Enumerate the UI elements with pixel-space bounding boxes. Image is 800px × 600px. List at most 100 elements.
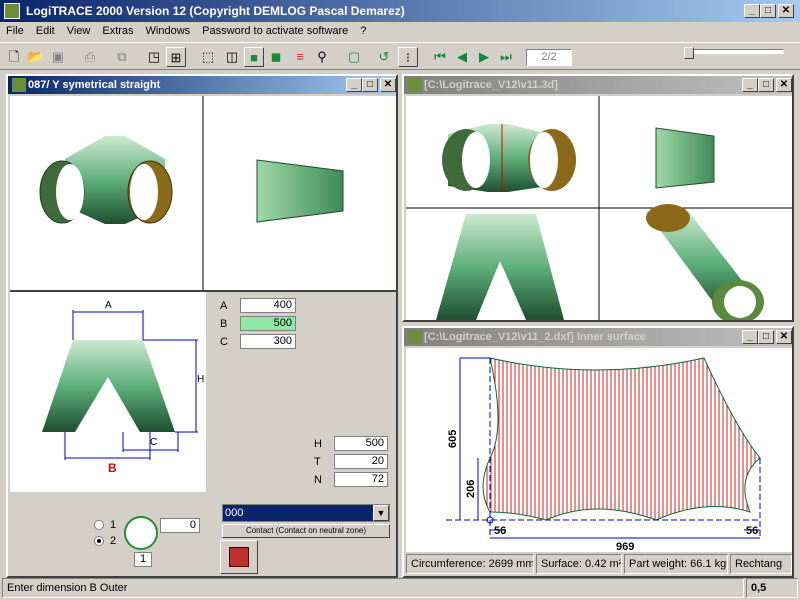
- next-icon[interactable]: ▶: [474, 47, 494, 67]
- weight-readout: Part weight: 66.1 kg: [624, 554, 728, 574]
- label-n: N: [314, 474, 322, 486]
- window2-close[interactable]: ✕: [776, 78, 792, 92]
- window1-minimize[interactable]: _: [346, 78, 362, 92]
- page-counter: 2/2: [526, 49, 572, 66]
- print-icon[interactable]: ⎙: [80, 47, 100, 67]
- unfold-tool-button[interactable]: [220, 540, 258, 574]
- window3-icon: [408, 330, 422, 344]
- dim-206-label: 206: [465, 480, 477, 498]
- window2-titlebar: [C:\Logitrace_V12\v11.3d]: [404, 76, 792, 94]
- unfold-drawing[interactable]: 605 206 56 56 969: [406, 348, 792, 553]
- wireframe-cube-icon[interactable]: ⬚: [198, 47, 218, 67]
- window3-titlebar: [C:\Logitrace_V12\v11_2.dxf] Inner surfa…: [404, 328, 792, 346]
- status-value: 0,5: [746, 578, 798, 598]
- unfold-tool-icon: [229, 547, 249, 567]
- window1-3d-svg: [39, 96, 344, 290]
- chevron-down-icon[interactable]: ▼: [373, 505, 389, 521]
- window1-close[interactable]: ✕: [380, 78, 396, 92]
- window3-title: [C:\Logitrace_V12\v11_2.dxf] Inner surfa…: [424, 331, 646, 343]
- tree-icon[interactable]: ⚲: [312, 47, 332, 67]
- window3-close[interactable]: ✕: [776, 330, 792, 344]
- zoom-slider-thumb[interactable]: [684, 47, 694, 59]
- menu-extras[interactable]: Extras: [96, 22, 139, 37]
- window3-minimize[interactable]: _: [742, 330, 758, 344]
- menu-help[interactable]: ?: [354, 22, 372, 37]
- window-dxf: [C:\Logitrace_V12\v11_2.dxf] Inner surfa…: [402, 326, 794, 578]
- count-input[interactable]: 1: [134, 552, 152, 567]
- window1-icon: [12, 78, 26, 92]
- surface-readout: Surface: 0.42 m²: [536, 554, 622, 574]
- rectangle-readout: Rechtang: [730, 554, 792, 574]
- app-icon: [4, 3, 20, 19]
- menubar: File Edit View Extras Windows Password to act…: [0, 22, 800, 42]
- cube-outline-icon[interactable]: ◫: [222, 47, 242, 67]
- first-icon[interactable]: ⏮: [430, 47, 450, 67]
- last-icon[interactable]: ⏭: [496, 47, 516, 67]
- minimize-button[interactable]: _: [744, 4, 760, 18]
- status-message: Enter dimension B Outer: [2, 578, 744, 598]
- contact-button[interactable]: Contact (Contact on neutral zone): [222, 524, 390, 538]
- menu-edit[interactable]: Edit: [30, 22, 61, 37]
- dimension-n-input[interactable]: 72: [334, 472, 388, 487]
- radio-label-1: 1: [110, 519, 117, 531]
- app-titlebar: LogiTRACE 2000 Version 12 (Copyright DEM…: [0, 0, 800, 22]
- radio-option-1[interactable]: [94, 520, 104, 530]
- color-bars-icon[interactable]: ≡: [290, 47, 310, 67]
- label-c: C: [220, 336, 228, 348]
- window2-title: [C:\Logitrace_V12\v11.3d]: [424, 79, 558, 91]
- window3-maximize[interactable]: □: [758, 330, 774, 344]
- window-y-symmetrical: 087/ Y symetrical straight _ □ ✕ A H C B…: [6, 74, 398, 578]
- green-cube-icon[interactable]: ◼: [266, 47, 286, 67]
- prev-icon[interactable]: ◀: [452, 47, 472, 67]
- window2-icon: [408, 78, 422, 92]
- dim-969-label: 969: [616, 541, 634, 552]
- app-title: LogiTRACE 2000 Version 12 (Copyright DEM…: [26, 4, 405, 18]
- maximize-button[interactable]: □: [760, 4, 776, 18]
- drawing-label-a: A: [105, 300, 112, 311]
- dimension-h-input[interactable]: 500: [334, 436, 388, 451]
- menu-file[interactable]: File: [0, 22, 30, 37]
- info-icon[interactable]: ⁝: [398, 47, 418, 67]
- shaded-cube-icon[interactable]: ■: [244, 47, 264, 67]
- new-icon[interactable]: 🗋: [4, 47, 24, 67]
- contact-combo[interactable]: 000 ▼: [222, 504, 390, 522]
- radio-label-2: 2: [110, 535, 117, 547]
- zoom-slider[interactable]: [684, 47, 784, 65]
- copy-icon[interactable]: ⧉: [112, 47, 132, 67]
- label-a: A: [220, 300, 228, 312]
- dim-605-label: 605: [447, 430, 459, 448]
- toolbar: 🗋 📂 ▣ ⎙ ⧉ ◳ ⊞ ⬚ ◫ ■ ◼ ≡ ⚲ ▢ ↺ ⁝ ⏮ ◀ ▶ ⏭ …: [0, 42, 800, 70]
- page-view-icon[interactable]: ◳: [144, 47, 164, 67]
- window1-3d-views[interactable]: [10, 96, 396, 290]
- drawing-label-h: H: [197, 374, 204, 385]
- dimension-c-input[interactable]: 300: [240, 334, 296, 349]
- menu-view[interactable]: View: [61, 22, 97, 37]
- dim-56-right-label: 56: [746, 525, 758, 537]
- label-b: B: [220, 318, 228, 330]
- window2-viewport[interactable]: [406, 96, 792, 324]
- angle-dial-icon[interactable]: [124, 516, 158, 550]
- window1-maximize[interactable]: □: [362, 78, 378, 92]
- dim-56-left-label: 56: [494, 525, 506, 537]
- label-h: H: [314, 438, 322, 450]
- window1-title: 087/ Y symetrical straight: [28, 79, 161, 91]
- menu-password[interactable]: Password to activate software: [196, 22, 354, 37]
- window2-maximize[interactable]: □: [758, 78, 774, 92]
- window2-minimize[interactable]: _: [742, 78, 758, 92]
- angle-input[interactable]: 0: [160, 518, 200, 533]
- contact-combo-value: 000: [225, 507, 244, 519]
- dimension-b-input[interactable]: 500: [240, 316, 296, 331]
- label-t: T: [314, 456, 321, 468]
- open-icon[interactable]: 📂: [26, 47, 46, 67]
- dimension-t-input[interactable]: 20: [334, 454, 388, 469]
- window1-titlebar: 087/ Y symetrical straight: [8, 76, 396, 94]
- drawing-label-b: B: [108, 461, 117, 475]
- frame-icon[interactable]: ▢: [344, 47, 364, 67]
- menu-windows[interactable]: Windows: [140, 22, 197, 37]
- save-icon[interactable]: ▣: [48, 47, 68, 67]
- dimension-a-input[interactable]: 400: [240, 298, 296, 313]
- four-view-icon[interactable]: ⊞: [166, 47, 186, 67]
- curve-icon[interactable]: ↺: [374, 47, 394, 67]
- close-button[interactable]: ✕: [778, 4, 794, 18]
- radio-option-2[interactable]: [94, 536, 104, 546]
